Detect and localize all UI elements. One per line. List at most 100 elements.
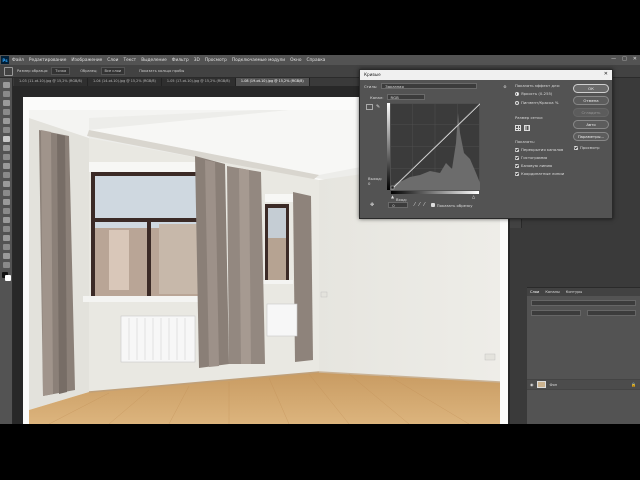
gradient-tool-icon[interactable] [3,190,10,196]
input-field[interactable]: 0 [388,202,409,208]
healing-brush-icon[interactable] [3,145,10,151]
show-channel-overlays[interactable]: Перекрытия каналов [515,147,563,152]
menu-select[interactable]: Выделение [141,58,167,63]
output-value[interactable]: 0 [368,181,370,186]
tab-paths[interactable]: Контуры [563,290,585,294]
brush-tool-icon[interactable] [3,154,10,160]
dialog-title: Кривые [364,72,381,77]
preset-row: Стиль: Заказная ⚙ [364,83,507,89]
pencil-icon[interactable]: ✎ [376,104,380,110]
baseline-checkbox[interactable] [515,163,519,168]
lasso-tool-icon[interactable] [3,100,10,106]
channel-select[interactable]: RGB [386,94,425,100]
menu-file[interactable]: Файл [12,58,24,63]
tab-layers[interactable]: Слои [527,290,542,294]
layer-filter-bar[interactable] [531,300,636,306]
hand-tool-icon[interactable] [3,253,10,259]
type-tool-icon[interactable] [3,226,10,232]
curve-edit-points-icon[interactable] [366,104,373,110]
white-eyedropper-icon[interactable]: ⁄ [424,202,425,208]
path-select-icon[interactable] [3,235,10,241]
marquee-tool-icon[interactable] [3,91,10,97]
simple-grid-icon[interactable] [515,125,521,131]
preview-checkbox[interactable] [574,145,578,150]
clone-stamp-icon[interactable] [3,163,10,169]
menu-edit[interactable]: Редактирование [29,58,67,63]
preview-option[interactable]: Просмотр [574,145,600,150]
maximize-icon[interactable]: □ [622,56,627,62]
layer-name[interactable]: Фон [550,383,558,387]
tab-document-2[interactable]: 1-04 (14-ot-10).jpg @ 15,2% (RGB/8) [87,78,162,86]
options-button[interactable]: Параметры... [573,132,609,141]
detailed-grid-icon[interactable] [524,125,530,131]
crop-tool-icon[interactable] [3,118,10,124]
curves-dialog: Кривые ✕ Стиль: Заказная ⚙ Канал: RGB ✎ [359,69,613,219]
menu-3d[interactable]: 3D [194,58,200,63]
intersection-checkbox[interactable] [515,171,519,176]
menu-filter[interactable]: Фильтр [172,58,189,63]
menu-type[interactable]: Текст [123,58,136,63]
menu-image[interactable]: Изображение [71,58,102,63]
photoshop-window: Ps Файл Редактирование Изображение Слои … [0,55,640,424]
light-option[interactable]: Яркость (0-255) [515,91,552,96]
history-brush-icon[interactable] [3,172,10,178]
white-point-slider-icon[interactable]: △ [472,194,475,199]
show-intersection[interactable]: Координатные линии [515,171,564,176]
black-point-slider-icon[interactable]: ▲ [391,194,394,199]
blend-mode-select[interactable] [531,310,581,316]
channel-label: Канал: [370,94,384,100]
pen-tool-icon[interactable] [3,217,10,223]
preset-select[interactable]: Заказная [381,83,478,89]
show-baseline[interactable]: Базовую линию [515,163,552,168]
smooth-button[interactable]: Сгладить [573,108,609,117]
zoom-tool-icon[interactable] [3,262,10,268]
ok-button[interactable]: ОК [573,84,609,93]
pigment-radio[interactable] [515,100,519,105]
eye-icon[interactable]: ◉ [530,382,534,387]
menu-plugins[interactable]: Подключаемые модули [232,58,285,63]
preset-options-gear-icon[interactable]: ⚙ [503,84,506,89]
background-color-swatch[interactable] [5,275,11,281]
opacity-field[interactable] [587,310,636,316]
curves-graph[interactable] [390,103,480,190]
target-adjust-icon[interactable]: ✥ [370,202,374,208]
auto-button[interactable]: Авто [573,120,609,129]
eyedropper-icon[interactable] [3,136,10,142]
close-icon[interactable]: ✕ [604,71,608,77]
tab-document-4[interactable]: 1-08 (19-ot-10).jpg @ 15,2% (RGB/8) [235,78,310,86]
light-radio[interactable] [515,91,519,96]
eyedropper-tool-icon[interactable] [4,66,13,76]
tab-channels[interactable]: Каналы [542,290,562,294]
channel-overlays-checkbox[interactable] [515,147,519,152]
tab-document-1[interactable]: 1-03 (11-ot-10).jpg @ 15,2% (RGB/8) [14,78,88,86]
intersection-label: Координатные линии [521,171,565,176]
pigment-option[interactable]: Пигмент/Краска % [515,100,558,105]
show-clipping-checkbox[interactable] [430,203,435,207]
cancel-button[interactable]: Отмена [573,96,609,105]
menu-view[interactable]: Просмотр [205,58,227,63]
eraser-tool-icon[interactable] [3,181,10,187]
shape-tool-icon[interactable] [3,244,10,250]
show-histogram[interactable]: Гистограмма [515,155,547,160]
blur-tool-icon[interactable] [3,199,10,205]
show-ring-checkbox[interactable]: Показать кольцо пробы [139,69,184,73]
frame-tool-icon[interactable] [3,127,10,133]
dodge-tool-icon[interactable] [3,208,10,214]
layer-row-background[interactable]: ◉ Фон 🔒 [527,379,640,390]
sample-select[interactable]: Все слои [100,67,126,75]
pigment-option-label: Пигмент/Краска % [521,100,559,105]
black-eyedropper-icon[interactable]: ⁄ [414,202,415,208]
menu-help[interactable]: Справка [307,58,326,63]
sample-size-select[interactable]: Точка [51,67,71,75]
move-tool-icon[interactable] [3,82,10,88]
channel-overlays-label: Перекрытия каналов [521,147,564,152]
histogram-checkbox[interactable] [515,155,519,160]
minimize-icon[interactable]: — [611,56,616,62]
menu-layers[interactable]: Слои [107,58,118,63]
tab-document-3[interactable]: 1-05 (17-ot-10).jpg @ 15,2% (RGB/8) [161,78,236,86]
quick-select-tool-icon[interactable] [3,109,10,115]
menu-window[interactable]: Окно [290,58,301,63]
close-icon[interactable]: ✕ [633,56,637,62]
gray-eyedropper-icon[interactable]: ⁄ [419,202,420,208]
layers-panel-tabs: Слои Каналы Контуры [527,288,640,296]
